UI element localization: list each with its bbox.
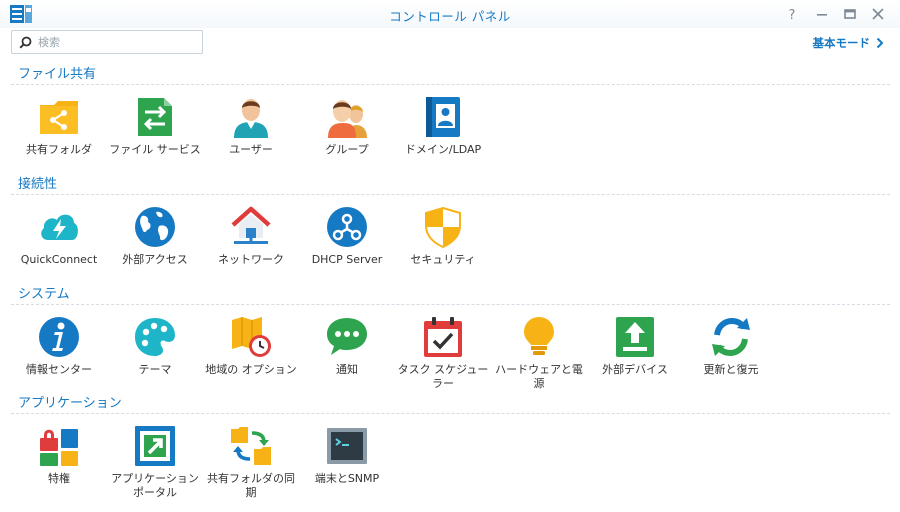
security-item[interactable]: セキュリティ — [397, 206, 489, 296]
theme-label: テーマ — [138, 363, 172, 376]
file-services-item[interactable]: ファイル サービス — [109, 96, 201, 186]
notification-item[interactable]: 通知 — [301, 316, 393, 406]
minimize-button[interactable] — [815, 6, 829, 20]
domain-ldap-item[interactable]: ドメイン/LDAP — [397, 96, 489, 186]
palette-icon — [135, 318, 175, 356]
close-button[interactable] — [871, 6, 885, 20]
dhcp-server-label: DHCP Server — [311, 253, 383, 266]
section-divider — [11, 84, 890, 85]
section-divider — [11, 194, 890, 195]
external-access-item[interactable]: 外部アクセス — [109, 206, 201, 296]
update-restore-label: 更新と復元 — [703, 363, 759, 376]
file-services-label: ファイル サービス — [109, 143, 201, 156]
globe-icon — [135, 207, 175, 247]
theme-item[interactable]: テーマ — [109, 316, 201, 406]
info-icon — [39, 317, 79, 357]
network-label: ネットワーク — [218, 253, 284, 266]
user-item[interactable]: ユーザー — [205, 96, 297, 186]
external-devices-item[interactable]: 外部デバイス — [589, 316, 681, 406]
lightbulb-icon — [524, 317, 554, 355]
external-access-label: 外部アクセス — [122, 253, 188, 266]
help-button[interactable]: ? — [785, 6, 799, 23]
user-label: ユーザー — [229, 143, 273, 156]
file-services-icon — [138, 98, 172, 136]
shared-folder-icon — [40, 101, 78, 134]
folder-sync-icon — [231, 427, 271, 465]
close-icon — [872, 8, 884, 20]
privileges-icon — [40, 429, 78, 466]
chevron-right-icon — [876, 37, 884, 49]
network-house-icon — [231, 206, 271, 244]
terminal-icon — [327, 428, 367, 464]
search-icon — [19, 36, 32, 49]
app-portal-icon — [135, 426, 175, 466]
refresh-icon — [712, 317, 750, 357]
notification-label: 通知 — [336, 363, 358, 376]
section-title-file-sharing: ファイル共有 — [18, 67, 97, 82]
group-icon — [328, 100, 367, 138]
dhcp-server-item[interactable]: DHCP Server — [301, 206, 393, 296]
shared-folder-label: 共有フォルダ — [26, 143, 92, 156]
shared-folder-sync-item[interactable]: 共有フォルダの同期 — [205, 425, 297, 512]
chat-bubble-icon — [327, 318, 367, 355]
update-restore-item[interactable]: 更新と復元 — [685, 316, 777, 406]
svg-text:?: ? — [789, 8, 796, 21]
quickconnect-icon — [41, 214, 78, 240]
domain-ldap-label: ドメイン/LDAP — [404, 143, 482, 156]
application-portal-item[interactable]: アプリケーション ポータル — [109, 425, 201, 512]
minimize-icon — [817, 14, 827, 16]
hardware-power-label: ハードウェアと電源 — [495, 363, 583, 390]
upload-device-icon — [616, 317, 654, 357]
terminal-snmp-item[interactable]: 端末とSNMP — [301, 425, 393, 512]
external-devices-label: 外部デバイス — [602, 363, 668, 376]
shield-icon — [425, 206, 461, 248]
basic-mode-link[interactable]: 基本モード — [813, 35, 885, 51]
privileges-label: 特権 — [48, 472, 70, 485]
group-label: グループ — [325, 143, 369, 156]
section-divider — [11, 413, 890, 414]
task-scheduler-label: タスク スケジューラー — [397, 363, 489, 390]
window-title: コントロール パネル — [389, 9, 511, 24]
quickconnect-label: QuickConnect — [20, 253, 98, 266]
search-box[interactable] — [11, 30, 203, 54]
security-label: セキュリティ — [410, 253, 476, 266]
network-item[interactable]: ネットワーク — [205, 206, 297, 296]
help-icon: ? — [789, 8, 796, 23]
regional-options-item[interactable]: 地域の オプション — [205, 316, 297, 406]
domain-ldap-icon — [426, 97, 460, 137]
section-divider — [11, 304, 890, 305]
section-title-system: システム — [18, 287, 70, 302]
maximize-icon — [844, 9, 856, 19]
task-scheduler-item[interactable]: タスク スケジューラー — [397, 316, 489, 406]
application-portal-label: アプリケーション ポータル — [111, 472, 199, 499]
terminal-snmp-label: 端末とSNMP — [314, 472, 380, 485]
user-icon — [234, 99, 268, 138]
maximize-button[interactable] — [843, 6, 857, 20]
section-title-connectivity: 接続性 — [18, 177, 58, 192]
calendar-check-icon — [424, 317, 462, 357]
basic-mode-label: 基本モード — [812, 36, 871, 50]
group-item[interactable]: グループ — [301, 96, 393, 186]
shared-folder-sync-label: 共有フォルダの同期 — [207, 472, 295, 499]
regional-options-label: 地域の オプション — [205, 363, 297, 376]
dhcp-icon — [327, 207, 367, 247]
map-clock-icon — [232, 317, 271, 357]
privileges-item[interactable]: 特権 — [13, 425, 105, 512]
search-input[interactable] — [38, 34, 198, 51]
section-title-applications: アプリケーション — [18, 396, 122, 411]
info-center-label: 情報センター — [26, 363, 92, 376]
hardware-power-item[interactable]: ハードウェアと電源 — [493, 316, 585, 406]
title-bar: コントロール パネル ? — [0, 0, 900, 28]
